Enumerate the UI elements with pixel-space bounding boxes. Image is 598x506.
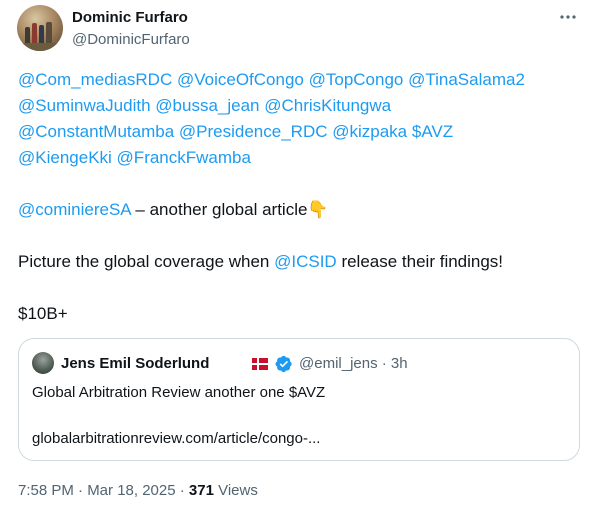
mention-link[interactable]: @cominiereSA — [18, 200, 131, 219]
quote-avatar[interactable] — [32, 352, 54, 374]
quote-handle-time[interactable]: @emil_jens · 3h — [299, 355, 408, 372]
ellipsis-icon — [560, 15, 576, 19]
author-handle[interactable]: @DominicFurfaro — [72, 31, 190, 48]
cashtag-link[interactable]: $AVZ — [412, 122, 453, 141]
article-text: – another global article👇 — [130, 200, 329, 219]
mention-link[interactable]: @TinaSalama2 — [408, 70, 525, 89]
more-options-icon[interactable] — [559, 8, 577, 31]
verified-badge-icon — [275, 355, 292, 373]
tweet-body: @Com_mediasRDC @VoiceOfCongo @TopCongo @… — [18, 67, 586, 327]
quote-author-name[interactable]: Jens Emil Soderlund — [61, 355, 209, 372]
coverage-text-before: Picture the global coverage when — [18, 252, 275, 271]
mention-link[interactable]: @ICSID — [274, 252, 337, 271]
views-count: 371 — [188, 482, 214, 499]
coverage-line: Picture the global coverage when @ICSID … — [18, 249, 586, 275]
mention-link[interactable]: @KiengeKki — [18, 148, 112, 167]
views-label: Views — [213, 482, 258, 499]
mentions-line-1: @Com_mediasRDC @VoiceOfCongo @TopCongo @… — [18, 67, 586, 93]
coverage-text-after: release their findings! — [336, 252, 504, 271]
mention-link[interactable]: @SuminwaJudith — [18, 96, 151, 115]
mention-link[interactable]: @bussa_jean — [155, 96, 259, 115]
mention-link[interactable]: @kizpaka — [332, 122, 407, 141]
quoted-tweet[interactable]: Jens Emil Soderlund @emil_jens · 3h Glob… — [18, 338, 580, 461]
avatar[interactable] — [17, 5, 63, 51]
mention-link[interactable]: @VoiceOfCongo — [177, 70, 304, 89]
author-name[interactable]: Dominic Furfaro — [72, 9, 188, 26]
mention-link[interactable]: @TopCongo — [309, 70, 404, 89]
mention-link[interactable]: @ChrisKitungwa — [264, 96, 391, 115]
denmark-flag-icon — [252, 358, 268, 370]
mentions-line-3: @ConstantMutamba @Presidence_RDC @kizpak… — [18, 119, 586, 145]
quote-link[interactable]: globalarbitrationreview.com/article/cong… — [32, 430, 320, 447]
quote-text: Global Arbitration Review another one $A… — [32, 384, 326, 401]
mention-link[interactable]: @Presidence_RDC — [179, 122, 328, 141]
mentions-line-4: @KiengeKki @FranckFwamba — [18, 145, 586, 171]
mentions-line-2: @SuminwaJudith @bussa_jean @ChrisKitungw… — [18, 93, 586, 119]
tweet-meta: 7:58 PM · Mar 18, 2025 · 371 Views — [18, 482, 258, 499]
timestamp-link[interactable]: 7:58 PM · Mar 18, 2025 · — [18, 482, 189, 499]
article-line: @cominiereSA – another global article👇 — [18, 197, 586, 223]
mention-link[interactable]: @Com_mediasRDC — [18, 70, 172, 89]
value-line: $10B+ — [18, 304, 68, 323]
mention-link[interactable]: @ConstantMutamba — [18, 122, 174, 141]
mention-link[interactable]: @FranckFwamba — [117, 148, 251, 167]
